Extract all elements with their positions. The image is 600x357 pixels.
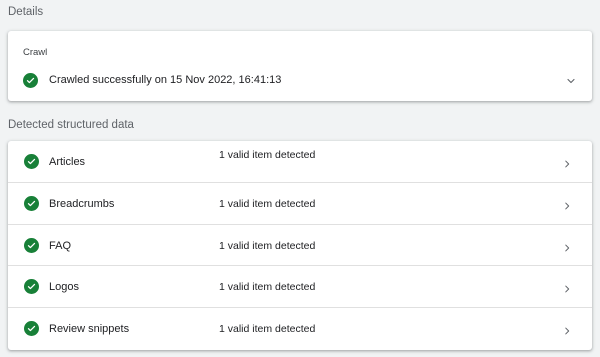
structured-data-status: 1 valid item detected bbox=[219, 239, 316, 252]
chevron-down-icon[interactable] bbox=[565, 74, 577, 92]
structured-data-row-logos[interactable]: Logos 1 valid item detected bbox=[8, 266, 592, 309]
structured-data-status: 1 valid item detected bbox=[219, 197, 316, 210]
structured-data-type: Logos bbox=[49, 281, 79, 294]
structured-data-row-breadcrumbs[interactable]: Breadcrumbs 1 valid item detected bbox=[8, 183, 592, 225]
structured-data-row-articles[interactable]: Articles 1 valid item detected bbox=[8, 141, 592, 183]
chevron-right-icon bbox=[562, 156, 572, 174]
structured-data-type: Review snippets bbox=[49, 323, 130, 336]
check-circle-icon bbox=[24, 154, 39, 169]
crawl-title: Crawl bbox=[23, 47, 48, 58]
check-circle-icon bbox=[24, 279, 39, 295]
crawl-status-text: Crawled successfully on 15 Nov 2022, 16:… bbox=[49, 74, 282, 86]
crawl-status-row[interactable]: Crawled successfully on 15 Nov 2022, 16:… bbox=[23, 71, 577, 89]
structured-data-row-faq[interactable]: FAQ 1 valid item detected bbox=[8, 225, 592, 267]
structured-data-type: FAQ bbox=[49, 239, 72, 252]
chevron-right-icon bbox=[562, 198, 572, 216]
check-circle-icon bbox=[24, 321, 39, 337]
check-circle-icon bbox=[23, 72, 38, 88]
details-section-label: Details bbox=[8, 6, 44, 18]
check-circle-icon bbox=[24, 237, 39, 253]
structured-data-card: Articles 1 valid item detected Breadcrum… bbox=[8, 141, 592, 350]
structured-data-type: Articles bbox=[49, 156, 86, 168]
chevron-right-icon bbox=[562, 323, 572, 341]
structured-data-type: Breadcrumbs bbox=[49, 197, 115, 210]
structured-data-status: 1 valid item detected bbox=[219, 281, 316, 294]
structured-data-row-review-snippets[interactable]: Review snippets 1 valid item detected bbox=[8, 308, 592, 350]
chevron-right-icon bbox=[562, 240, 572, 258]
structured-data-section-label: Detected structured data bbox=[8, 119, 134, 131]
structured-data-status: 1 valid item detected bbox=[219, 323, 316, 336]
check-circle-icon bbox=[24, 195, 39, 211]
chevron-right-icon bbox=[562, 281, 572, 299]
crawl-card[interactable]: Crawl Crawled successfully on 15 Nov 202… bbox=[8, 31, 592, 101]
structured-data-status: 1 valid item detected bbox=[219, 149, 316, 161]
